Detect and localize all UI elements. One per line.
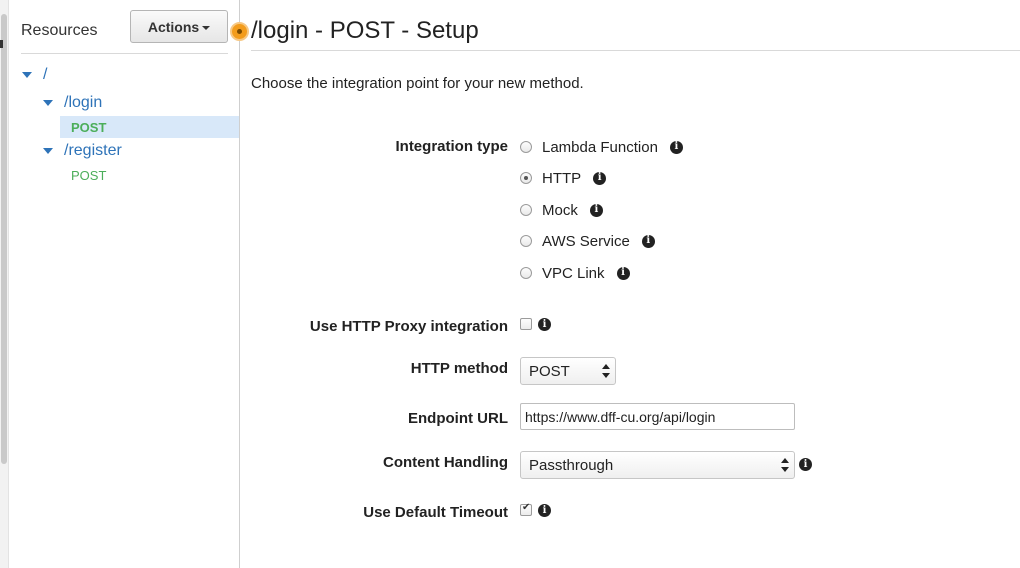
info-icon[interactable]: i (616, 266, 630, 280)
tree-method-login-post[interactable]: POST (60, 116, 239, 138)
radio-label[interactable]: VPC Link (542, 265, 605, 282)
radio-label[interactable]: Mock (542, 202, 578, 219)
actions-button-label: Actions (147, 18, 200, 35)
radio-button[interactable] (520, 204, 532, 216)
status-dot-icon (230, 22, 249, 41)
info-icon[interactable]: i (538, 504, 551, 517)
http-method-select[interactable]: POST (520, 357, 616, 385)
tree-method-register-post[interactable]: POST (71, 164, 106, 186)
content-handling-value[interactable]: Passthrough (529, 457, 613, 474)
select-arrows-icon (602, 364, 610, 378)
radio-mock[interactable]: Mock i (520, 200, 603, 220)
radio-label[interactable]: HTTP (542, 170, 581, 187)
endpoint-url-label: Endpoint URL (408, 410, 508, 427)
tree-node-login[interactable]: /login (43, 92, 102, 114)
http-proxy-checkbox[interactable] (520, 318, 532, 330)
tree-node-root[interactable]: / (22, 64, 47, 86)
info-icon[interactable]: i (538, 318, 551, 331)
caret-down-icon (202, 25, 211, 30)
radio-http[interactable]: HTTP i (520, 168, 607, 188)
actions-button[interactable]: Actions (130, 10, 228, 43)
radio-lambda-function[interactable]: Lambda Function i (520, 137, 683, 157)
method-label[interactable]: POST (71, 120, 106, 135)
content-handling-select[interactable]: Passthrough (520, 451, 795, 479)
info-icon[interactable]: i (669, 140, 683, 154)
tree-node-register-label[interactable]: /register (64, 142, 122, 160)
radio-label[interactable]: AWS Service (542, 233, 630, 250)
tree-node-root-label[interactable]: / (43, 66, 47, 84)
collapse-triangle-icon[interactable] (22, 72, 32, 78)
radio-aws-service[interactable]: AWS Service i (520, 231, 655, 251)
info-icon[interactable]: i (799, 458, 812, 471)
http-proxy-label: Use HTTP Proxy integration (309, 318, 508, 335)
radio-button[interactable] (520, 172, 532, 184)
sidebar-divider (21, 53, 228, 54)
intro-text: Choose the integration point for your ne… (251, 75, 584, 92)
resources-sidebar: Resources Actions / /login POST /registe… (9, 0, 240, 568)
collapse-tab[interactable] (0, 40, 3, 48)
default-timeout-label: Use Default Timeout (363, 504, 508, 521)
radio-vpc-link[interactable]: VPC Link i (520, 263, 630, 283)
tree-node-register[interactable]: /register (43, 140, 122, 162)
info-icon[interactable]: i (641, 234, 655, 248)
integration-type-label: Integration type (395, 138, 508, 155)
http-method-value[interactable]: POST (529, 363, 570, 380)
outer-scrollbar[interactable] (0, 0, 9, 568)
default-timeout-checkbox[interactable] (520, 502, 532, 516)
resources-title: Resources (21, 22, 98, 39)
radio-button[interactable] (520, 141, 532, 153)
title-divider (251, 50, 1020, 51)
radio-label[interactable]: Lambda Function (542, 139, 658, 156)
content-handling-label: Content Handling (383, 454, 508, 471)
collapse-triangle-icon[interactable] (43, 148, 53, 154)
method-label[interactable]: POST (71, 168, 106, 183)
radio-button[interactable] (520, 235, 532, 247)
http-method-label: HTTP method (410, 360, 508, 377)
radio-button[interactable] (520, 267, 532, 279)
page-title: /login - POST - Setup (251, 17, 479, 44)
endpoint-url-input[interactable] (520, 403, 795, 430)
outer-scrollbar-thumb[interactable] (1, 14, 7, 464)
collapse-triangle-icon[interactable] (43, 100, 53, 106)
info-icon[interactable]: i (593, 171, 607, 185)
info-icon[interactable]: i (589, 203, 603, 217)
tree-node-login-label[interactable]: /login (64, 94, 102, 112)
select-arrows-icon (781, 458, 789, 472)
